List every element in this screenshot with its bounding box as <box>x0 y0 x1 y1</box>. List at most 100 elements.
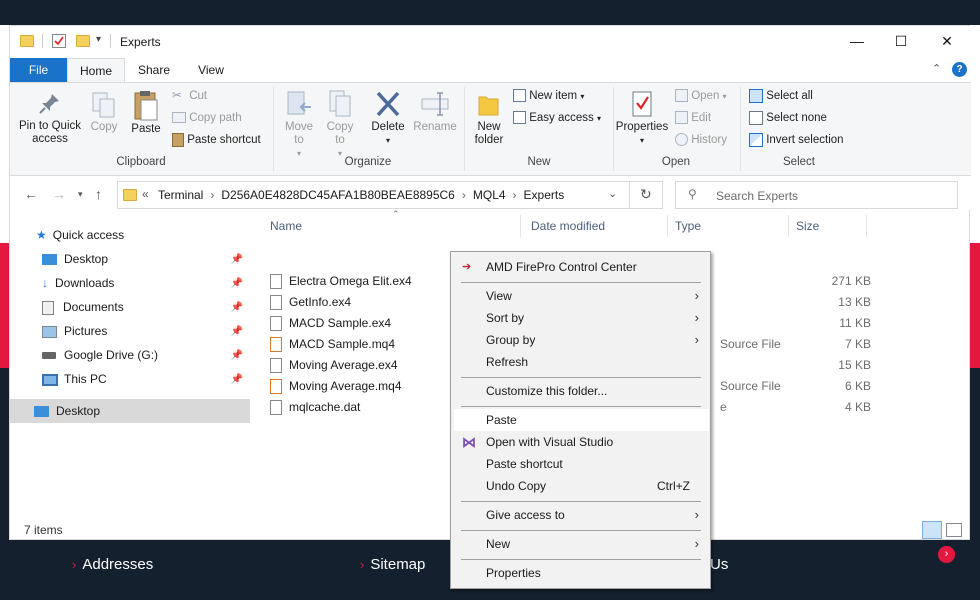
large-icons-view-icon[interactable] <box>946 523 962 537</box>
invert-selection-button[interactable]: Invert selection <box>749 130 844 150</box>
properties-qa-icon[interactable] <box>52 34 66 48</box>
copy-path-button[interactable]: Copy path <box>172 108 242 128</box>
nav-downloads[interactable]: ↓ Downloads 📌 <box>10 271 250 295</box>
breadcrumb-experts[interactable]: Experts <box>524 188 565 202</box>
window-title: Experts <box>120 35 161 49</box>
menu-item-refresh[interactable]: Refresh <box>454 351 709 373</box>
column-header-type[interactable]: Type <box>675 219 701 233</box>
menu-item-paste-shortcut[interactable]: Paste shortcut <box>454 453 709 475</box>
menu-item-open-with-visual-studio[interactable]: ⋈ Open with Visual Studio <box>454 431 709 453</box>
column-header-size[interactable]: Size <box>796 219 819 233</box>
menu-item-group-by[interactable]: Group by › <box>454 329 709 351</box>
forward-arrow-icon[interactable]: → <box>52 186 66 202</box>
pin-icon[interactable]: 📌 <box>231 344 243 368</box>
history-button[interactable]: History <box>675 130 727 150</box>
pin-quick-access-button[interactable]: Pin to Quick access <box>14 91 86 146</box>
menu-item-sort-by[interactable]: Sort by › <box>454 307 709 329</box>
paste-button[interactable]: Paste <box>128 89 164 136</box>
menu-item-undo-copy[interactable]: Undo Copy Ctrl+Z <box>454 475 709 497</box>
pin-icon[interactable]: 📌 <box>231 248 243 272</box>
up-arrow-icon[interactable]: ↑ <box>95 186 102 202</box>
column-separator <box>667 215 668 237</box>
properties-button[interactable]: Properties ▾ <box>614 89 670 147</box>
new-folder-icon <box>478 96 499 116</box>
delete-button[interactable]: Delete ▾ <box>368 89 408 147</box>
nav-quick-access[interactable]: ★ Quick access <box>10 223 250 247</box>
easy-access-button[interactable]: Easy access ▾ <box>513 108 601 128</box>
nav-desktop[interactable]: Desktop 📌 <box>10 247 250 271</box>
select-all-button[interactable]: Select all <box>749 86 813 106</box>
overflow-icon[interactable]: « <box>142 187 149 201</box>
edit-button[interactable]: Edit <box>675 108 711 128</box>
delete-x-icon <box>376 91 400 117</box>
menu-item-new[interactable]: New › <box>454 533 709 555</box>
tab-file[interactable]: File <box>10 58 67 82</box>
select-none-button[interactable]: Select none <box>749 108 827 128</box>
minimize-button[interactable]: — <box>834 26 880 58</box>
menu-item-customize-folder[interactable]: Customize this folder... <box>454 380 709 402</box>
maximize-button[interactable]: ☐ <box>878 26 924 58</box>
breadcrumb-mql4[interactable]: MQL4 <box>473 188 506 202</box>
customize-qa-icon[interactable]: ▾ <box>96 34 101 45</box>
nav-pictures[interactable]: Pictures 📌 <box>10 319 250 343</box>
submenu-arrow-icon: › <box>694 310 699 325</box>
pin-icon[interactable]: 📌 <box>231 272 243 296</box>
cut-button[interactable]: ✂ Cut <box>172 86 207 106</box>
back-arrow-icon[interactable]: ← <box>24 186 38 202</box>
menu-separator <box>461 501 701 502</box>
close-button[interactable]: ✕ <box>924 26 970 58</box>
tab-home[interactable]: Home <box>67 58 125 82</box>
pin-icon[interactable]: 📌 <box>231 296 243 320</box>
invert-selection-label: Invert selection <box>766 134 844 146</box>
menu-item-paste[interactable]: Paste <box>454 409 709 431</box>
menu-item-view[interactable]: View › <box>454 285 709 307</box>
submenu-arrow-icon: › <box>694 332 699 347</box>
website-header-bg <box>0 0 980 25</box>
rename-button[interactable]: Rename <box>412 89 458 134</box>
collapse-ribbon-icon[interactable]: ⌃ <box>932 62 941 75</box>
details-view-icon[interactable] <box>922 521 942 539</box>
new-folder-qa-icon[interactable] <box>76 35 90 47</box>
nav-desktop-root[interactable]: Desktop <box>10 399 250 423</box>
qa-divider <box>110 34 111 48</box>
pin-icon[interactable]: 📌 <box>231 368 243 392</box>
breadcrumb-hash[interactable]: D256A0E4828DC45AFA1B80BEAE8895C6 <box>221 188 455 202</box>
new-item-button[interactable]: New item ▾ <box>513 86 584 106</box>
nav-documents[interactable]: Documents 📌 <box>10 295 250 319</box>
search-box[interactable]: ⚲ Search Experts <box>675 181 958 209</box>
refresh-icon[interactable]: ↻ <box>640 186 652 203</box>
nav-this-pc[interactable]: This PC 📌 <box>10 367 250 391</box>
pin-label: Pin to Quick access <box>19 120 81 145</box>
footer-link-sitemap[interactable]: › Sitemap <box>360 556 425 573</box>
menu-item-give-access[interactable]: Give access to › <box>454 504 709 526</box>
column-header-date[interactable]: Date modified <box>531 219 605 233</box>
search-input[interactable]: Search Experts <box>716 189 798 203</box>
paste-shortcut-icon <box>172 132 184 147</box>
copy-button[interactable]: Copy <box>88 91 120 134</box>
submenu-arrow-icon: › <box>694 536 699 551</box>
group-label-select: Select <box>783 156 815 168</box>
copy-to-button[interactable]: Copy to ▾ <box>322 89 358 160</box>
footer-link-addresses[interactable]: › Addresses <box>72 556 153 573</box>
open-button[interactable]: Open ▾ <box>675 86 727 106</box>
drive-icon <box>42 352 56 360</box>
address-dropdown-icon[interactable]: ⌄ <box>608 187 617 200</box>
paste-shortcut-button[interactable]: Paste shortcut <box>172 130 261 150</box>
recent-locations-icon[interactable]: ▾ <box>78 189 83 200</box>
help-icon[interactable]: ? <box>952 62 967 77</box>
column-header-name[interactable]: Name <box>270 219 302 233</box>
tab-view[interactable]: View <box>188 58 234 82</box>
footer-link-us[interactable]: Us <box>710 556 728 573</box>
breadcrumb-terminal[interactable]: Terminal <box>158 188 203 202</box>
footer-arrow-icon[interactable]: › <box>938 546 955 563</box>
menu-item-properties[interactable]: Properties <box>454 562 709 584</box>
file-icon <box>270 295 282 311</box>
nav-google-drive[interactable]: Google Drive (G:) 📌 <box>10 343 250 367</box>
menu-item-amd-firepro[interactable]: ➔ AMD FirePro Control Center <box>454 256 709 278</box>
easy-access-icon <box>513 111 526 125</box>
pin-icon[interactable]: 📌 <box>231 320 243 344</box>
new-folder-button[interactable]: New folder <box>470 89 508 147</box>
address-bar[interactable]: « Terminal › D256A0E4828DC45AFA1B80BEAE889… <box>117 181 663 209</box>
move-to-button[interactable]: Move to ▾ <box>280 89 318 160</box>
tab-share[interactable]: Share <box>131 58 177 82</box>
